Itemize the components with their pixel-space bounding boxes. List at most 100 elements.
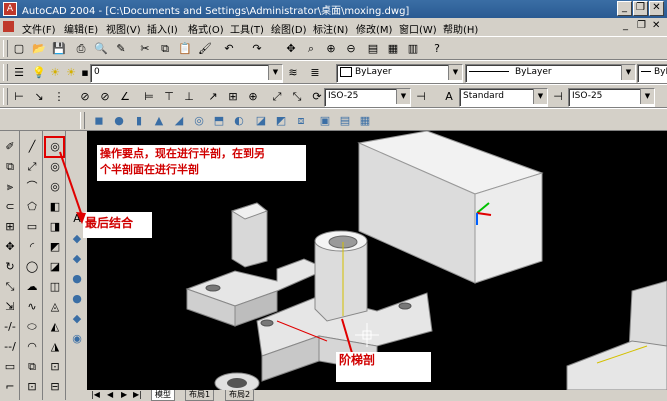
match-properties-icon[interactable]: 🖌: [196, 41, 214, 59]
zoom-previous-icon[interactable]: ⊖: [342, 41, 360, 59]
linetype-dropdown[interactable]: ByLayer ▼: [465, 64, 636, 83]
redo-icon[interactable]: ↷: [248, 41, 266, 59]
text-style-icon[interactable]: A: [440, 89, 458, 107]
zoom-realtime-icon[interactable]: ⌕: [302, 41, 320, 59]
arc-icon[interactable]: ◜: [24, 239, 40, 255]
textstyle-dropdown[interactable]: Standard ▼: [459, 88, 548, 107]
design-center-icon[interactable]: ▦: [384, 41, 402, 59]
cone-icon[interactable]: ▲: [150, 113, 168, 131]
extend-icon[interactable]: --/: [2, 339, 18, 355]
zoom-window-icon[interactable]: ⊕: [322, 41, 340, 59]
layer-manager-icon[interactable]: ☰: [10, 65, 28, 83]
menu-dimension[interactable]: 标注(N): [313, 21, 348, 36]
dimension-text-edit-icon[interactable]: ⤡: [288, 89, 306, 107]
angular-dimension-icon[interactable]: ∠: [116, 89, 134, 107]
make-object-layer-current-icon[interactable]: ≋: [284, 65, 302, 83]
imprint-icon[interactable]: ⊡: [47, 359, 63, 375]
shade-render-icon[interactable]: ◉: [69, 331, 85, 347]
publish-icon[interactable]: ✎: [112, 41, 130, 59]
move-icon[interactable]: ✥: [2, 239, 18, 255]
properties-icon[interactable]: ▤: [364, 41, 382, 59]
rotate-faces-icon[interactable]: ◫: [47, 279, 63, 295]
doc-restore-icon[interactable]: ❐: [637, 20, 646, 31]
tab-layout1[interactable]: 布局1: [185, 390, 215, 401]
paste-icon[interactable]: 📋: [176, 41, 194, 59]
save-icon[interactable]: 💾: [50, 41, 68, 59]
linear-dimension-icon[interactable]: ⊢: [10, 89, 28, 107]
ellipse-arc-icon[interactable]: ◠: [24, 339, 40, 355]
setup-view-icon[interactable]: ▤: [336, 113, 354, 131]
shade-box2-icon[interactable]: ◆: [69, 251, 85, 267]
restore-button[interactable]: ❐: [633, 1, 648, 16]
menu-file[interactable]: 文件(F): [22, 21, 56, 36]
extrude-icon[interactable]: ⬒: [210, 113, 228, 131]
circle-icon[interactable]: ◯: [24, 259, 40, 275]
doc-close-icon[interactable]: ✕: [652, 20, 660, 31]
line-icon[interactable]: ╱: [24, 139, 40, 155]
scale-icon[interactable]: ⤡: [2, 279, 18, 295]
new-icon[interactable]: ▢: [10, 41, 28, 59]
revision-cloud-icon[interactable]: ☁: [24, 279, 40, 295]
aligned-dimension-icon[interactable]: ↘: [30, 89, 48, 107]
dimension-style-icon[interactable]: ⊣: [412, 89, 430, 107]
ordinate-dimension-icon[interactable]: ⋮: [50, 89, 68, 107]
layer-dropdown[interactable]: 0 ▼: [90, 64, 283, 83]
copy-icon[interactable]: ⧉: [156, 41, 174, 59]
mirror-icon[interactable]: ⫸: [2, 179, 18, 195]
setup-profile-icon[interactable]: ▦: [356, 113, 374, 131]
copy-faces-icon[interactable]: ◭: [47, 319, 63, 335]
menu-help[interactable]: 帮助(H): [443, 21, 478, 36]
erase-icon[interactable]: ✐: [2, 139, 18, 155]
menu-insert[interactable]: 插入(I): [147, 21, 178, 36]
minimize-button[interactable]: _: [617, 1, 632, 16]
menu-edit[interactable]: 编辑(E): [64, 21, 98, 36]
spline-icon[interactable]: ∿: [24, 299, 40, 315]
copy-object-icon[interactable]: ⧉: [2, 159, 18, 175]
print-preview-icon[interactable]: 🔍: [92, 41, 110, 59]
cut-icon[interactable]: ✂: [136, 41, 154, 59]
quick-leader-icon[interactable]: ↗: [204, 89, 222, 107]
help-icon[interactable]: ?: [428, 41, 446, 59]
tolerance-icon[interactable]: ⊞: [224, 89, 242, 107]
offset-faces-icon[interactable]: ◩: [47, 239, 63, 255]
dimension-edit-icon[interactable]: ⤢: [268, 89, 286, 107]
menu-window[interactable]: 窗口(W): [399, 21, 437, 36]
shade-cube-icon[interactable]: ◆: [69, 311, 85, 327]
polyline-icon[interactable]: ⌒: [24, 179, 40, 195]
section-icon[interactable]: ◩: [272, 113, 290, 131]
construction-line-icon[interactable]: ⤢: [24, 159, 40, 175]
shade-sphere2-icon[interactable]: ●: [69, 291, 85, 307]
sphere-icon[interactable]: ●: [110, 113, 128, 131]
rotate-icon[interactable]: ↻: [2, 259, 18, 275]
tab-prev-icon[interactable]: ◀: [107, 390, 113, 399]
open-icon[interactable]: 📂: [30, 41, 48, 59]
make-block-icon[interactable]: ⊡: [24, 379, 40, 395]
print-icon[interactable]: ⎙: [72, 41, 90, 59]
interfere-icon[interactable]: ⧈: [292, 113, 310, 131]
menu-tools[interactable]: 工具(T): [230, 21, 264, 36]
stretch-icon[interactable]: ⇲: [2, 299, 18, 315]
wedge-icon[interactable]: ◢: [170, 113, 188, 131]
array-icon[interactable]: ⊞: [2, 219, 18, 235]
revolve-icon[interactable]: ◐: [230, 113, 248, 131]
diameter-dimension-icon[interactable]: ⊘: [96, 89, 114, 107]
chamfer-icon[interactable]: ⌐: [2, 379, 18, 395]
cylinder-icon[interactable]: ▮: [130, 113, 148, 131]
shade-sphere-icon[interactable]: ●: [69, 271, 85, 287]
doc-minimize-icon[interactable]: _: [623, 20, 628, 31]
autocad-app-icon[interactable]: A: [3, 2, 17, 16]
slice-icon[interactable]: ◪: [252, 113, 270, 131]
rectangle-icon[interactable]: ▭: [24, 219, 40, 235]
radius-dimension-icon[interactable]: ⊘: [76, 89, 94, 107]
separate-icon[interactable]: ⊟: [47, 379, 63, 395]
document-icon[interactable]: [3, 21, 14, 32]
lineweight-dropdown[interactable]: ByLayer: [637, 64, 667, 83]
box-icon[interactable]: ◼: [90, 113, 108, 131]
tab-model[interactable]: 模型: [151, 390, 175, 401]
dimstyle-dropdown[interactable]: ISO-25 ▼: [324, 88, 411, 107]
color-dropdown[interactable]: ByLayer ▼: [336, 64, 463, 83]
ellipse-icon[interactable]: ⬭: [24, 319, 40, 335]
color-faces-icon[interactable]: ◮: [47, 339, 63, 355]
tab-last-icon[interactable]: ▶|: [133, 390, 142, 399]
offset-icon[interactable]: ⊂: [2, 199, 18, 215]
